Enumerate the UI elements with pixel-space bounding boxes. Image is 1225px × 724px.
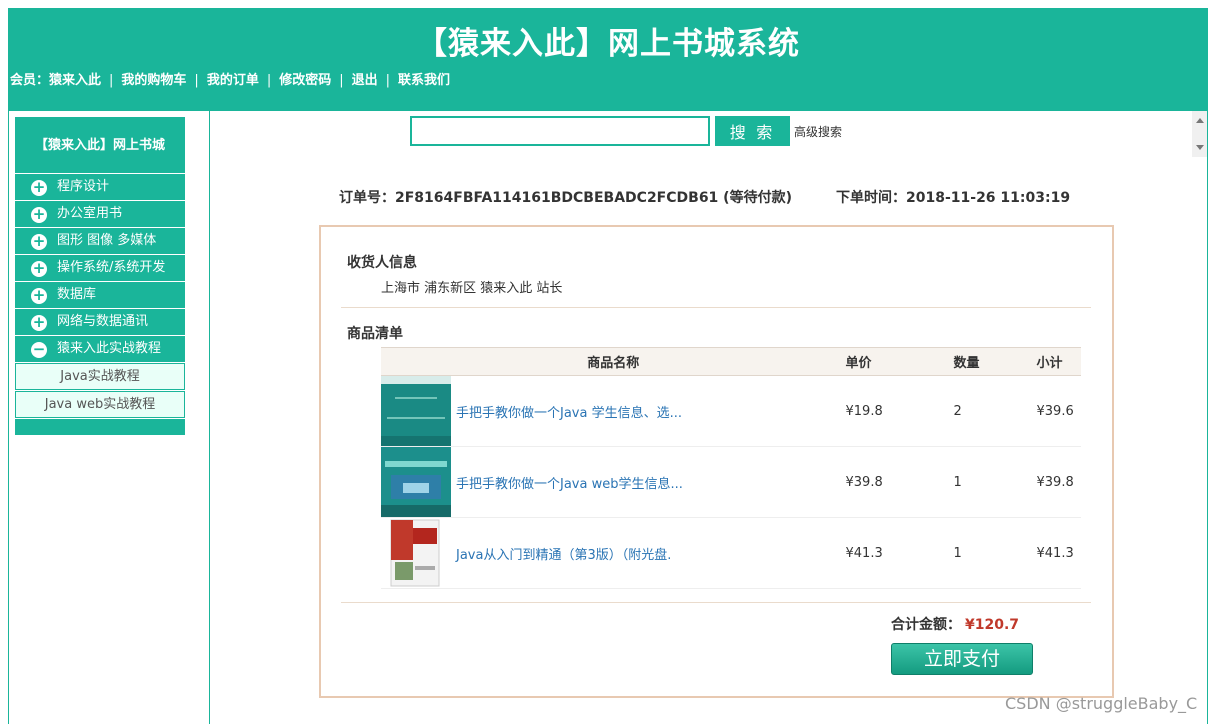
table-row: 手把手教你做一个Java 学生信息、选... ¥19.8 2 ¥39.6 bbox=[381, 375, 1081, 447]
goods-table: 商品名称 单价 数量 小计 手把手教你做一个Java 学生信息、选... ¥19… bbox=[381, 347, 1081, 589]
scroll-up-icon[interactable] bbox=[1196, 118, 1204, 123]
book-cover-image[interactable] bbox=[381, 447, 451, 517]
member-label: 会员：猿来入此 bbox=[10, 73, 102, 88]
col-subtotal: 小计 bbox=[1036, 347, 1081, 376]
scroll-down-icon[interactable] bbox=[1196, 145, 1204, 150]
goods-price: ¥41.3 bbox=[845, 517, 954, 589]
category-database[interactable]: + 数据库 bbox=[15, 281, 185, 308]
scrollbar[interactable] bbox=[1192, 111, 1207, 157]
goods-qty: 1 bbox=[953, 446, 1037, 518]
search-input[interactable] bbox=[410, 116, 710, 146]
watermark: CSDN @struggleBaby_C bbox=[1005, 694, 1198, 713]
divider bbox=[341, 307, 1091, 308]
goods-name-link[interactable]: 手把手教你做一个Java 学生信息、选... bbox=[451, 406, 682, 421]
nav-link-logout[interactable]: 退出 bbox=[352, 69, 378, 88]
goods-price: ¥19.8 bbox=[845, 375, 954, 447]
goods-price: ¥39.8 bbox=[845, 446, 954, 518]
category-office[interactable]: + 办公室用书 bbox=[15, 200, 185, 227]
goods-qty: 2 bbox=[953, 375, 1037, 447]
plus-icon: + bbox=[31, 313, 47, 331]
sidebar-divider bbox=[209, 111, 210, 724]
nav-link-cart[interactable]: 我的购物车 bbox=[121, 69, 186, 88]
pay-now-button[interactable]: 立即支付 bbox=[891, 643, 1033, 675]
goods-subtotal: ¥39.8 bbox=[1036, 446, 1081, 518]
category-programming[interactable]: + 程序设计 bbox=[15, 173, 185, 200]
goods-name-link[interactable]: Java从入门到精通（第3版）（附光盘. bbox=[451, 548, 671, 563]
order-total: 合计金额： ¥120.7 bbox=[891, 614, 1019, 634]
goods-qty: 1 bbox=[953, 517, 1037, 589]
plus-icon: + bbox=[31, 286, 47, 304]
site-title: 【猿来入此】网上书城系统 bbox=[416, 26, 800, 62]
top-nav: 会员：猿来入此 | 我的购物车 | 我的订单 | 修改密码 | 退出 | 联系我们 bbox=[10, 69, 450, 88]
order-number: 订单号：2F8164FBFA114161BDCBEBADC2FCDB61 (等待… bbox=[339, 190, 792, 206]
goods-subtotal: ¥39.6 bbox=[1036, 375, 1081, 447]
col-price: 单价 bbox=[845, 347, 954, 376]
total-label: 合计金额： bbox=[891, 617, 961, 633]
book-cover-image[interactable] bbox=[381, 376, 451, 446]
goods-name-link[interactable]: 手把手教你做一个Java web学生信息... bbox=[451, 477, 683, 492]
order-time: 下单时间：2018-11-26 11:03:19 bbox=[836, 190, 1071, 206]
minus-icon: − bbox=[31, 340, 47, 358]
plus-icon: + bbox=[31, 259, 47, 277]
receiver-title: 收货人信息 bbox=[347, 255, 417, 271]
order-detail-box: 收货人信息 上海市 浦东新区 猿来入此 站长 商品清单 商品名称 单价 数量 小… bbox=[319, 225, 1114, 698]
nav-link-contact[interactable]: 联系我们 bbox=[398, 69, 450, 88]
divider bbox=[341, 602, 1091, 603]
category-network[interactable]: + 网络与数据通讯 bbox=[15, 308, 185, 335]
subcategory-java[interactable]: Java实战教程 bbox=[15, 363, 185, 390]
receiver-address: 上海市 浦东新区 猿来入此 站长 bbox=[381, 281, 563, 296]
total-amount: ¥120.7 bbox=[965, 617, 1020, 633]
search-button[interactable]: 搜 索 bbox=[715, 116, 790, 146]
col-name: 商品名称 bbox=[381, 347, 846, 376]
category-tutorials[interactable]: − 猿来入此实战教程 bbox=[15, 335, 185, 362]
col-qty: 数量 bbox=[953, 347, 1037, 376]
table-row: 手把手教你做一个Java web学生信息... ¥39.8 1 ¥39.8 bbox=[381, 446, 1081, 518]
table-header-row: 商品名称 单价 数量 小计 bbox=[381, 347, 1081, 376]
table-row: Java从入门到精通（第3版）（附光盘. ¥41.3 1 ¥41.3 bbox=[381, 517, 1081, 589]
category-sidebar: 【猿来入此】网上书城 + 程序设计 + 办公室用书 + 图形 图像 多媒体 + 操作系统… bbox=[15, 117, 185, 435]
category-graphics[interactable]: + 图形 图像 多媒体 bbox=[15, 227, 185, 254]
goods-subtotal: ¥41.3 bbox=[1036, 517, 1081, 589]
plus-icon: + bbox=[31, 232, 47, 250]
nav-link-change-password[interactable]: 修改密码 bbox=[279, 69, 331, 88]
nav-link-orders[interactable]: 我的订单 bbox=[207, 69, 259, 88]
plus-icon: + bbox=[31, 205, 47, 223]
sidebar-footer bbox=[15, 419, 185, 435]
sidebar-title: 【猿来入此】网上书城 bbox=[15, 117, 185, 173]
category-os[interactable]: + 操作系统/系统开发 bbox=[15, 254, 185, 281]
advanced-search-link[interactable]: 高级搜索 bbox=[794, 123, 842, 140]
book-cover-image[interactable] bbox=[381, 518, 451, 588]
plus-icon: + bbox=[31, 178, 47, 196]
site-header: 【猿来入此】网上书城系统 会员：猿来入此 | 我的购物车 | 我的订单 | 修改密码 | 退出 |… bbox=[8, 8, 1208, 111]
goods-list-title: 商品清单 bbox=[347, 326, 403, 342]
subcategory-javaweb[interactable]: Java web实战教程 bbox=[15, 391, 185, 418]
